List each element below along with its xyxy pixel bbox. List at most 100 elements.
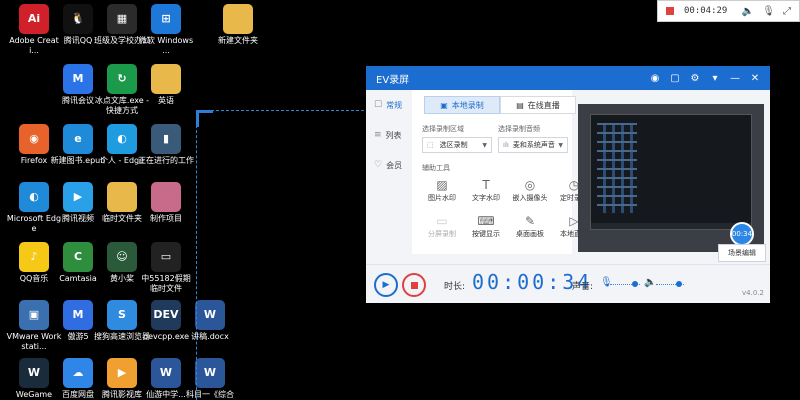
desktop-icon[interactable]: ▮ 正在进行的工作: [138, 124, 194, 166]
stop-icon: [410, 281, 418, 289]
preview-time-badge: 00:34: [730, 222, 754, 246]
app-icon: ▣: [19, 300, 49, 330]
app-icon: [223, 4, 253, 34]
preview-desktop-icons: [597, 123, 637, 213]
app-icon: ☺: [107, 242, 137, 272]
expand-icon[interactable]: ⤢: [783, 6, 791, 17]
list-icon: ≡: [374, 130, 382, 140]
desktop-icon-label: 新建文件夹: [218, 36, 258, 45]
audio-label: 声音:: [572, 282, 594, 292]
mic-volume-handle[interactable]: [632, 281, 638, 287]
region-section-label: 选择录制区域: [422, 125, 464, 133]
play-button[interactable]: ▶: [374, 273, 398, 297]
scene-edit-button[interactable]: 场景编辑: [718, 244, 766, 262]
menu-icon[interactable]: ▾: [710, 73, 720, 84]
tool-button[interactable]: ⌨ 按键显示: [464, 214, 508, 239]
app-icon: ♪: [19, 242, 49, 272]
app-icon: ☁: [63, 358, 93, 388]
app-icon: ▮: [151, 124, 181, 154]
sidebar-item-label: 会员: [386, 160, 403, 170]
title-bar[interactable]: EV录屏 ◉ ▢ ⚙ ▾ — ✕: [366, 66, 770, 90]
tool-icon: ▨: [436, 178, 448, 192]
minimize-icon[interactable]: —: [730, 73, 740, 84]
app-icon: [151, 64, 181, 94]
desktop-icon[interactable]: 制作项目: [138, 182, 194, 224]
gear-icon[interactable]: ⚙: [690, 73, 700, 84]
desktop-icon[interactable]: ▭ 中55182假期临时文件: [138, 242, 194, 294]
desktop-icon-label: 制作项目: [150, 214, 182, 223]
tool-label: 文字水印: [472, 194, 500, 202]
preview-screen: [590, 114, 752, 230]
tool-label: 按键显示: [472, 230, 500, 238]
recording-mini-bar: 00:04:29 🔈 🎙 ⤢: [657, 0, 800, 22]
tool-button[interactable]: ▨ 图片水印: [420, 178, 464, 203]
settings-panel: ▣ 本地录制 ▤ 在线直播 选择录制区域 ⬚ 选区录制 ▼ 选择录制音频 ılı…: [412, 90, 588, 254]
control-bar: ▶ 时长: 00:00:34 声音: 🎙 🔈 v4.0.2: [366, 264, 770, 303]
message-icon[interactable]: ▢: [670, 73, 680, 84]
audio-section-label: 选择录制音频: [498, 125, 540, 133]
audio-wave-icon: ılı: [503, 141, 509, 149]
ev-recorder-window: EV录屏 ◉ ▢ ⚙ ▾ — ✕ ☐ 常规 ≡ 列表 ♡ 会员 ▣ 本地录制 ▤: [366, 66, 770, 303]
tool-label: 分屏录制: [428, 230, 456, 238]
app-icon: ⊞: [151, 4, 181, 34]
duration-label: 时长:: [444, 282, 466, 292]
sidebar-item-member[interactable]: ♡ 会员: [366, 150, 412, 180]
play-icon: ▶: [382, 280, 390, 290]
mic-icon[interactable]: 🎙: [762, 6, 775, 17]
mic-icon[interactable]: 🎙: [600, 277, 613, 288]
recording-time: 00:04:29: [684, 6, 728, 16]
speaker-icon[interactable]: 🔈: [644, 277, 656, 288]
tool-label: 桌面画板: [516, 230, 544, 238]
app-icon: ▦: [107, 4, 137, 34]
app-icon: W: [19, 358, 49, 388]
window-title: EV录屏: [376, 74, 410, 86]
app-icon: Ai: [19, 4, 49, 34]
tool-button[interactable]: T 文字水印: [464, 178, 508, 203]
app-icon: W: [151, 358, 181, 388]
region-select[interactable]: ⬚ 选区录制 ▼: [422, 137, 492, 153]
app-icon: ◐: [19, 182, 49, 212]
tab-live-stream[interactable]: ▤ 在线直播: [500, 96, 576, 114]
stop-button[interactable]: [402, 273, 426, 297]
tool-icon: ▭: [436, 214, 448, 228]
region-icon: ⬚: [427, 141, 434, 149]
tab-local-record[interactable]: ▣ 本地录制: [424, 96, 500, 114]
app-icon: ▭: [151, 242, 181, 272]
desktop-icon[interactable]: 英语: [138, 64, 194, 106]
app-icon: ▶: [107, 358, 137, 388]
stop-recording-icon[interactable]: [666, 7, 674, 15]
desktop-icon-label: 中55182假期临时文件: [141, 274, 191, 293]
tool-icon: ◎: [524, 178, 536, 192]
live-icon: ▤: [516, 100, 524, 110]
app-icon: M: [63, 64, 93, 94]
app-icon: [107, 182, 137, 212]
app-icon: ◉: [19, 124, 49, 154]
sidebar-item-general[interactable]: ☐ 常规: [366, 90, 412, 120]
app-icon: ◐: [107, 124, 137, 154]
app-icon: ▶: [63, 182, 93, 212]
tool-button[interactable]: ◎ 嵌入摄像头: [508, 178, 552, 203]
close-icon[interactable]: ✕: [750, 73, 760, 84]
tool-icon: T: [482, 178, 490, 192]
general-icon: ☐: [374, 100, 383, 110]
chevron-down-icon: ▼: [558, 141, 563, 149]
tool-button[interactable]: ▭ 分屏录制: [420, 214, 464, 239]
tool-button[interactable]: ✎ 桌面画板: [508, 214, 552, 239]
chevron-down-icon: ▼: [482, 141, 487, 149]
tool-label: 嵌入摄像头: [512, 194, 548, 202]
desktop-icon[interactable]: ⊞ 微软 Windows ...: [138, 4, 194, 56]
user-icon[interactable]: ◉: [650, 73, 660, 84]
speaker-volume-handle[interactable]: [676, 281, 682, 287]
capture-corner-top-left[interactable]: [196, 110, 213, 127]
audio-select[interactable]: ılı 麦和系统声音 ▼: [498, 137, 568, 153]
speaker-icon[interactable]: 🔈: [742, 6, 754, 17]
tool-icon: ✎: [524, 214, 536, 228]
sidebar-item-list[interactable]: ≡ 列表: [366, 120, 412, 150]
record-icon: ▣: [440, 100, 448, 110]
tool-icon: ⌨: [477, 214, 495, 228]
app-icon: e: [63, 124, 93, 154]
desktop-icon[interactable]: 新建文件夹: [210, 4, 266, 46]
sidebar-item-label: 常规: [386, 100, 403, 110]
tab-label: 本地录制: [451, 100, 484, 110]
desktop-icon-label: 微软 Windows ...: [138, 36, 194, 55]
